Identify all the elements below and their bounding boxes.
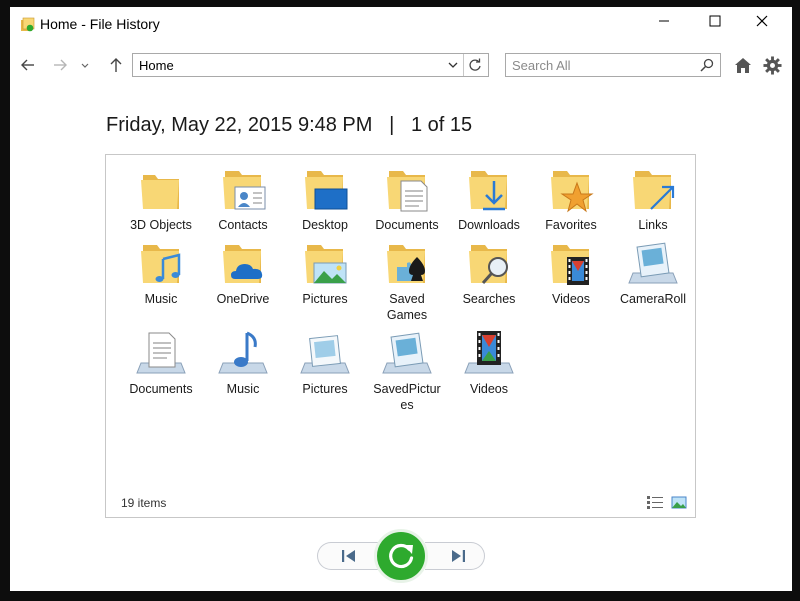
music-folder-icon — [141, 245, 181, 283]
saved-pictures-library-icon — [382, 332, 432, 374]
desktop-folder-icon — [305, 171, 348, 210]
folder-item-favorites[interactable]: Favorites — [530, 163, 612, 233]
camera-roll-library-icon — [628, 242, 678, 284]
library-item-camera-roll[interactable]: CameraRoll — [612, 237, 694, 307]
folder-item-downloads[interactable]: Downloads — [448, 163, 530, 233]
backup-contents-panel: 3D Objects Contacts Desktop Documents Do… — [105, 154, 696, 518]
snapshot-date: Friday, May 22, 2015 9:48 PM — [106, 114, 373, 136]
library-item-music[interactable]: Music — [202, 327, 284, 397]
search-input[interactable] — [506, 54, 698, 76]
chevron-down-icon — [81, 63, 89, 68]
up-button[interactable] — [108, 57, 130, 77]
back-arrow-icon — [21, 59, 34, 71]
details-view-icon[interactable] — [646, 495, 664, 510]
back-button[interactable] — [20, 57, 42, 77]
next-version-button[interactable] — [425, 542, 485, 570]
pictures-folder-icon — [305, 245, 347, 284]
pictures-library-icon — [300, 335, 350, 374]
restore-button[interactable] — [374, 529, 428, 583]
home-icon[interactable] — [734, 57, 752, 74]
folder-item-pictures[interactable]: Pictures — [284, 237, 366, 307]
search-box[interactable] — [505, 53, 721, 77]
searches-folder-icon — [469, 245, 508, 285]
saved-games-folder-icon — [387, 245, 425, 283]
address-text: Home — [139, 58, 174, 73]
close-icon — [756, 15, 768, 27]
folder-icon — [141, 175, 179, 209]
skip-previous-icon — [342, 550, 355, 562]
folder-item-searches[interactable]: Searches — [448, 237, 530, 307]
chevron-down-icon — [448, 62, 458, 68]
library-item-pictures[interactable]: Pictures — [284, 327, 366, 397]
up-arrow-icon — [110, 58, 122, 72]
title-bar: Home - File History — [10, 7, 792, 41]
refresh-button[interactable] — [464, 54, 486, 76]
folder-item-saved-games[interactable]: Saved Games — [366, 237, 448, 323]
folder-item-links[interactable]: Links — [612, 163, 694, 233]
close-button[interactable] — [740, 7, 786, 37]
address-dropdown-button[interactable] — [444, 54, 462, 76]
videos-library-icon — [464, 331, 514, 374]
file-history-app-icon — [21, 17, 35, 32]
skip-next-icon — [452, 550, 465, 562]
snapshot-position: 1 of 15 — [410, 114, 473, 136]
links-folder-icon — [633, 171, 675, 210]
library-item-saved-pictures[interactable]: SavedPictur es — [366, 327, 448, 413]
videos-folder-icon — [551, 245, 589, 285]
file-history-window: Home - File History Home Search All Frid… — [10, 7, 792, 591]
restore-icon — [389, 543, 414, 569]
maximize-icon — [709, 15, 721, 27]
window-title: Home - File History — [40, 16, 160, 32]
library-item-videos[interactable]: Videos — [448, 327, 530, 397]
forward-arrow-icon — [54, 59, 67, 71]
documents-folder-icon — [387, 171, 428, 212]
contacts-folder-icon — [223, 171, 266, 210]
folder-item-desktop[interactable]: Desktop — [284, 163, 366, 233]
minimize-icon — [659, 20, 669, 22]
snapshot-date-heading: Friday, May 22, 2015 9:48 PM | 1 of 15 — [106, 114, 472, 137]
folder-item-contacts[interactable]: Contacts — [202, 163, 284, 233]
folder-item-music[interactable]: Music — [120, 237, 202, 307]
library-item-documents[interactable]: Documents — [120, 327, 202, 397]
forward-button[interactable] — [52, 57, 74, 77]
folder-item-onedrive[interactable]: OneDrive — [202, 237, 284, 307]
large-icons-view-icon[interactable] — [671, 495, 687, 510]
refresh-icon — [469, 58, 481, 71]
downloads-folder-icon — [469, 171, 507, 211]
favorites-folder-icon — [551, 171, 594, 213]
music-library-icon — [218, 331, 268, 374]
onedrive-folder-icon — [223, 245, 263, 283]
search-icon — [700, 58, 714, 72]
address-bar[interactable]: Home — [132, 53, 489, 77]
snapshot-separator: | — [389, 114, 395, 136]
folder-item-documents[interactable]: Documents — [366, 163, 448, 233]
minimize-button[interactable] — [642, 7, 688, 37]
folder-item-3d-objects[interactable]: 3D Objects — [120, 163, 202, 233]
recent-locations-button[interactable] — [80, 57, 92, 77]
item-count-status: 19 items — [121, 496, 167, 510]
maximize-button[interactable] — [693, 7, 739, 37]
documents-library-icon — [136, 332, 186, 374]
gear-icon[interactable] — [763, 56, 782, 75]
folder-item-videos[interactable]: Videos — [530, 237, 612, 307]
